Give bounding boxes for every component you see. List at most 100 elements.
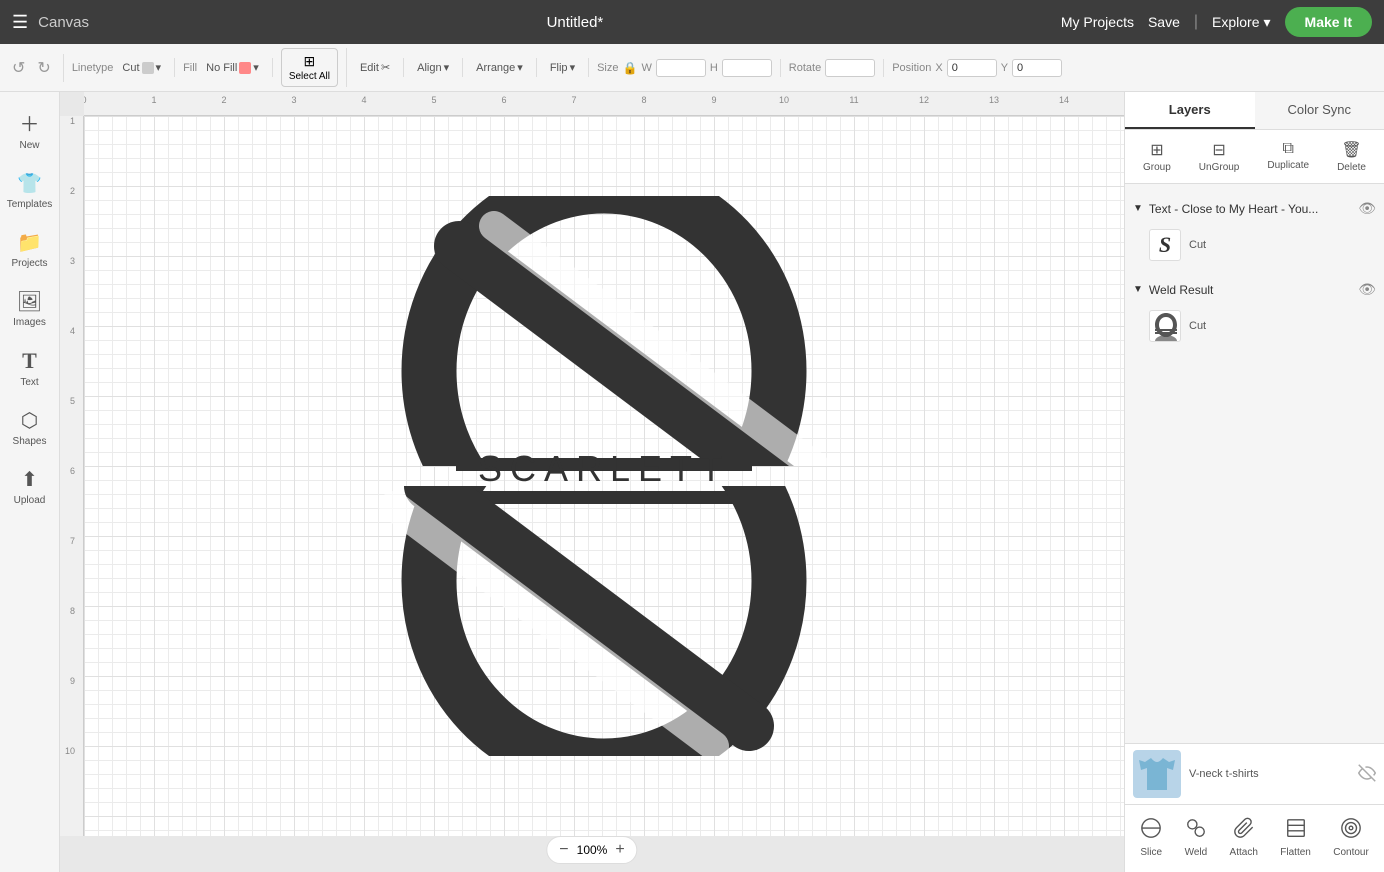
- layer-thumb-text-s: S: [1149, 229, 1181, 261]
- layer-group-title-weld: Weld Result: [1149, 283, 1352, 297]
- tab-color-sync[interactable]: Color Sync: [1255, 92, 1384, 129]
- slice-icon: [1140, 817, 1162, 844]
- sidebar-templates-label: Templates: [7, 199, 53, 210]
- attach-button[interactable]: Attach: [1222, 813, 1266, 862]
- align-button[interactable]: Align ▾: [412, 58, 454, 77]
- layer-cut-text: Cut: [1189, 239, 1372, 251]
- group-icon: ⊞: [1150, 140, 1163, 160]
- size-group: Size 🔒 W H: [597, 59, 781, 77]
- topbar-title: Untitled*: [99, 14, 1051, 31]
- layer-item-weld[interactable]: Cut: [1125, 304, 1384, 348]
- layer-thumb-weld: [1149, 310, 1181, 342]
- layer-actions: ⊞ Group ⊟ UnGroup ⧉ Duplicate 🗑 Delete: [1125, 130, 1384, 184]
- delete-button[interactable]: 🗑 Delete: [1329, 136, 1374, 177]
- align-chevron-icon: ▾: [444, 61, 450, 74]
- layer-item-text-s[interactable]: S Cut: [1125, 223, 1384, 267]
- y-input[interactable]: [1012, 59, 1062, 77]
- position-group: Position X Y: [892, 59, 1070, 77]
- layer-visibility-icon-text[interactable]: 👁: [1358, 200, 1376, 217]
- panel-tabs: Layers Color Sync: [1125, 92, 1384, 130]
- design-svg: SCARLETT: [364, 196, 844, 756]
- zoom-level: 100%: [577, 843, 608, 857]
- layer-visibility-icon-weld[interactable]: 👁: [1358, 281, 1376, 298]
- canvas-grid[interactable]: SCARLETT: [84, 116, 1124, 836]
- upload-icon: ⬆: [21, 467, 38, 492]
- sidebar-new-label: New: [19, 140, 39, 151]
- fill-chevron-icon: ▾: [253, 61, 259, 74]
- layer-group-text-header[interactable]: ▼ Text - Close to My Heart - You... 👁: [1125, 194, 1384, 223]
- canvas-area[interactable]: 0 1 2 3 4 5 6 7 8 9 10 11 12 13 14 1 2: [60, 92, 1124, 872]
- flip-chevron-icon: ▾: [570, 61, 576, 74]
- lock-icon: 🔒: [623, 61, 638, 75]
- flip-button[interactable]: Flip ▾: [545, 58, 580, 77]
- select-all-button[interactable]: ⊞ Select All: [281, 48, 338, 87]
- group-button[interactable]: ⊞ Group: [1135, 136, 1179, 177]
- zoom-out-button[interactable]: −: [559, 841, 568, 859]
- zoom-in-button[interactable]: +: [615, 841, 624, 859]
- contour-button[interactable]: Contour: [1325, 813, 1377, 862]
- rotate-input[interactable]: [825, 59, 875, 77]
- edit-group: Edit ✂: [355, 58, 404, 77]
- fill-color-icon: [239, 62, 251, 74]
- sidebar-upload-label: Upload: [14, 495, 46, 506]
- flip-group: Flip ▾: [545, 58, 589, 77]
- sidebar-item-upload[interactable]: ⬆ Upload: [4, 459, 56, 514]
- linetype-group: Linetype Cut ▾: [72, 58, 175, 77]
- slice-button[interactable]: Slice: [1132, 813, 1170, 862]
- svg-text:SCARLETT: SCARLETT: [478, 448, 730, 489]
- select-all-icon: ⊞: [304, 53, 316, 70]
- arrange-group: Arrange ▾: [471, 58, 537, 77]
- weld-icon: [1185, 817, 1207, 844]
- duplicate-button[interactable]: ⧉ Duplicate: [1259, 136, 1317, 177]
- main-area: ＋ New 👕 Templates 📁 Projects 🖼 Images T …: [0, 92, 1384, 872]
- sidebar-shapes-label: Shapes: [13, 436, 47, 447]
- sidebar-text-label: Text: [20, 377, 38, 388]
- topbar-right: My Projects Save | Explore ▾ Make It: [1061, 7, 1372, 37]
- sidebar-images-label: Images: [13, 317, 46, 328]
- make-it-button[interactable]: Make It: [1285, 7, 1372, 37]
- flatten-button[interactable]: Flatten: [1272, 813, 1319, 862]
- sidebar-item-shapes[interactable]: ⬡ Shapes: [4, 400, 56, 455]
- edit-button[interactable]: Edit ✂: [355, 58, 395, 77]
- arrange-button[interactable]: Arrange ▾: [471, 58, 528, 77]
- fill-dropdown[interactable]: No Fill ▾: [201, 58, 264, 77]
- redo-button[interactable]: ↻: [33, 54, 54, 82]
- layers-content: ▼ Text - Close to My Heart - You... 👁 S …: [1125, 184, 1384, 743]
- templates-icon: 👕: [17, 171, 42, 196]
- sidebar-item-new[interactable]: ＋ New: [4, 100, 56, 159]
- ungroup-button[interactable]: ⊟ UnGroup: [1191, 136, 1248, 177]
- background-label: V-neck t-shirts: [1189, 768, 1350, 780]
- menu-icon[interactable]: ☰: [12, 12, 28, 33]
- arrange-chevron-icon: ▾: [517, 61, 523, 74]
- undo-redo-group: ↺ ↻: [8, 54, 64, 82]
- left-sidebar: ＋ New 👕 Templates 📁 Projects 🖼 Images T …: [0, 92, 60, 872]
- y-label: Y: [1001, 62, 1008, 74]
- layer-group-weld-header[interactable]: ▼ Weld Result 👁: [1125, 275, 1384, 304]
- sidebar-item-projects[interactable]: 📁 Projects: [4, 222, 56, 277]
- linetype-dropdown[interactable]: Cut ▾: [117, 58, 166, 77]
- rotate-group: Rotate: [789, 59, 884, 77]
- attach-icon: [1233, 817, 1255, 844]
- sidebar-item-images[interactable]: 🖼 Images: [4, 281, 56, 336]
- rotate-label: Rotate: [789, 62, 821, 74]
- weld-button[interactable]: Weld: [1177, 813, 1216, 862]
- explore-button[interactable]: Explore ▾: [1212, 14, 1271, 31]
- edit-icon: ✂: [381, 61, 390, 74]
- my-projects-link[interactable]: My Projects: [1061, 14, 1134, 30]
- undo-button[interactable]: ↺: [8, 54, 29, 82]
- layer-cut-weld: Cut: [1189, 320, 1372, 332]
- sidebar-item-templates[interactable]: 👕 Templates: [4, 163, 56, 218]
- background-visibility-icon[interactable]: [1358, 764, 1376, 785]
- sidebar-item-text[interactable]: T Text: [4, 340, 56, 396]
- layer-group-text: ▼ Text - Close to My Heart - You... 👁 S …: [1125, 190, 1384, 271]
- canvas-label: Canvas: [38, 14, 89, 31]
- width-input[interactable]: [656, 59, 706, 77]
- x-input[interactable]: [947, 59, 997, 77]
- ruler-left: 1 2 3 4 5 6 7 8 9 10: [60, 116, 84, 836]
- x-label: X: [935, 62, 942, 74]
- tab-layers[interactable]: Layers: [1125, 92, 1255, 129]
- linetype-label: Linetype: [72, 62, 114, 74]
- layer-group-arrow-weld: ▼: [1133, 284, 1143, 295]
- save-button[interactable]: Save: [1148, 14, 1180, 30]
- height-input[interactable]: [722, 59, 772, 77]
